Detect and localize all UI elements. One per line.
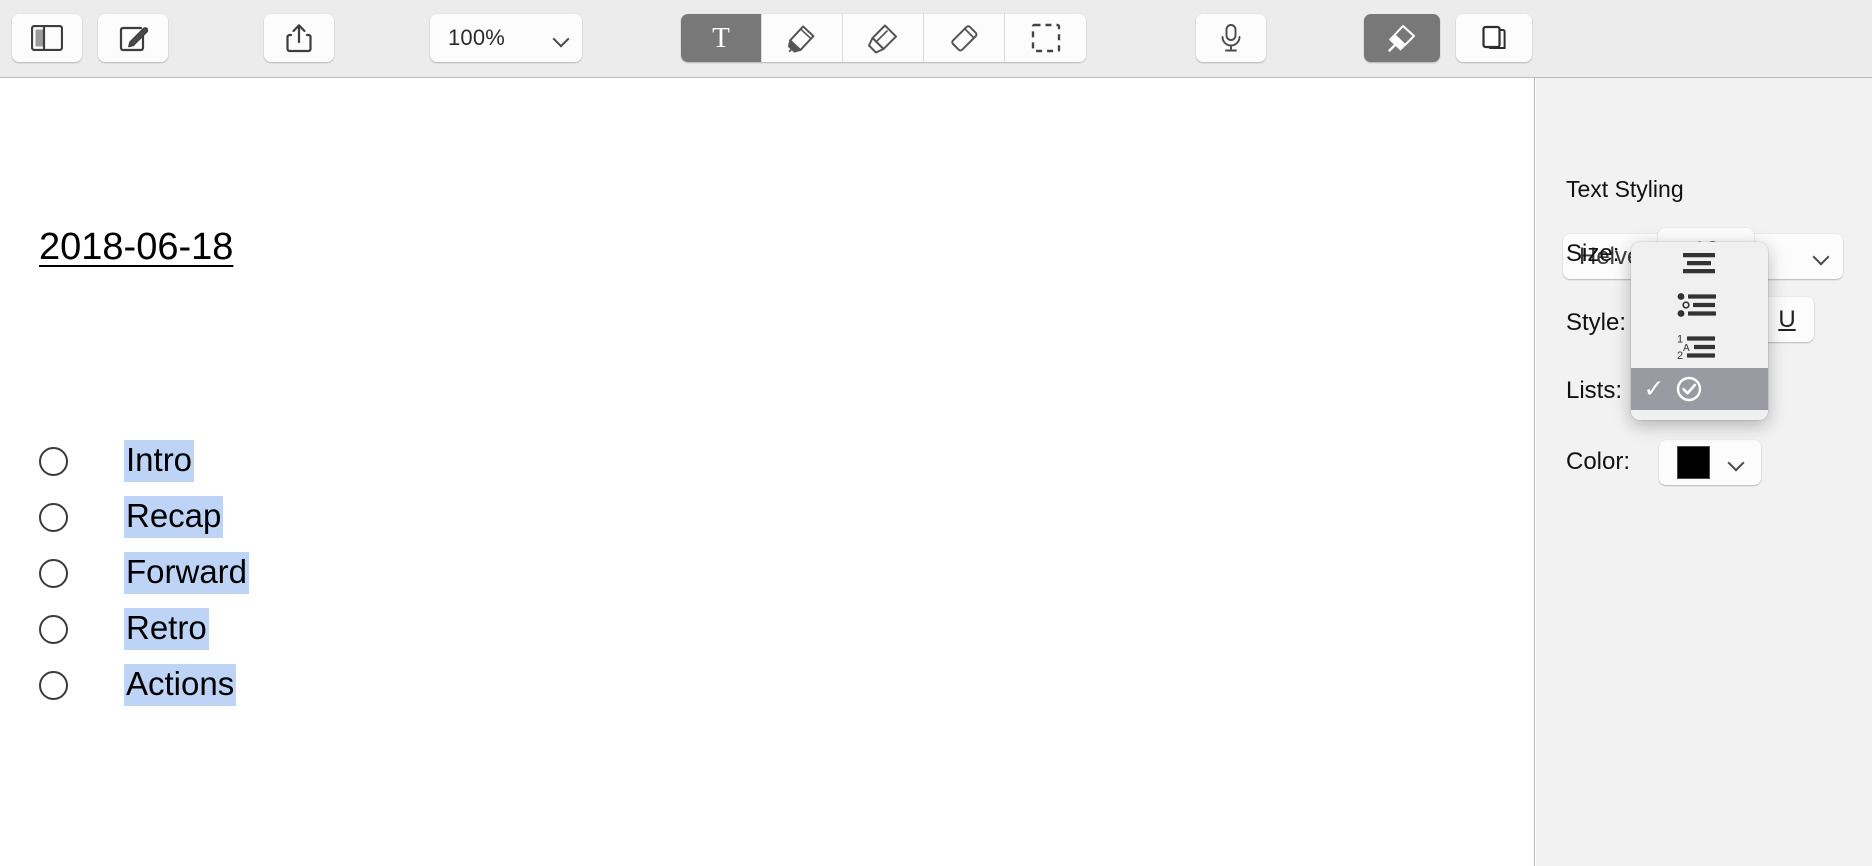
list-item-label[interactable]: Forward — [124, 552, 250, 594]
chevron-down-icon — [1729, 455, 1744, 470]
color-select[interactable] — [1659, 440, 1761, 485]
tool-selection[interactable] — [1005, 14, 1086, 62]
list-item[interactable]: Intro — [39, 433, 249, 489]
lists-row-label: Lists: — [1566, 377, 1623, 404]
text-tool-label: T — [712, 21, 730, 54]
zoom-value: 100% — [448, 25, 506, 50]
checklist-circle-icon — [1671, 374, 1768, 404]
numbered-list-icon: 1 A 2 — [1671, 332, 1768, 362]
list-item[interactable]: Retro — [39, 601, 249, 657]
color-swatch — [1676, 446, 1710, 479]
tool-eraser[interactable] — [924, 14, 1005, 62]
chevron-down-icon — [1814, 249, 1829, 264]
list-item-label[interactable]: Intro — [124, 440, 195, 482]
style-row-label: Style: — [1566, 309, 1627, 336]
checkmark-icon: ✓ — [1637, 251, 1671, 276]
chevron-down-icon — [554, 31, 569, 46]
app-window: 100% T 2018-06-18 Intro Recap Forward Re… — [0, 0, 1872, 866]
pen-icon — [785, 21, 819, 55]
list-item[interactable]: Forward — [39, 545, 250, 601]
tool-highlighter[interactable] — [843, 14, 924, 62]
lists-option-numbered[interactable]: ✓ 1 A 2 — [1631, 326, 1768, 368]
tool-pen[interactable] — [762, 14, 843, 62]
zoom-select[interactable]: 100% — [430, 14, 582, 62]
tool-group: T — [681, 14, 1086, 62]
lists-option-paragraph[interactable]: ✓ — [1631, 242, 1768, 284]
pages-icon — [1479, 23, 1509, 53]
lists-option-checklist[interactable]: ✓ — [1631, 368, 1768, 410]
page-title[interactable]: 2018-06-18 — [39, 226, 233, 269]
svg-text:2: 2 — [1677, 350, 1683, 362]
sidebar-icon — [31, 25, 63, 51]
paragraph-lines-icon — [1671, 248, 1768, 278]
checklist: Intro Recap Forward Retro Actions — [39, 433, 250, 713]
selection-icon — [1030, 22, 1062, 54]
tool-text[interactable]: T — [681, 14, 762, 62]
marker-icon — [1386, 22, 1418, 54]
checkbox-circle-icon[interactable] — [39, 670, 68, 700]
list-item[interactable]: Recap — [39, 489, 249, 545]
svg-text:A: A — [1683, 343, 1690, 354]
checkbox-circle-icon[interactable] — [39, 558, 68, 588]
compose-button[interactable] — [98, 14, 168, 62]
underline-button[interactable]: U — [1760, 297, 1814, 342]
document-canvas[interactable]: 2018-06-18 Intro Recap Forward Retro Act… — [0, 78, 1535, 866]
sidebar-toggle-button[interactable] — [12, 14, 82, 62]
pages-button[interactable] — [1456, 14, 1532, 62]
share-button[interactable] — [264, 14, 334, 62]
checkbox-circle-icon[interactable] — [39, 614, 68, 644]
share-icon — [286, 23, 312, 53]
checkmark-icon: ✓ — [1643, 374, 1665, 403]
popup-bottom-padding — [1631, 410, 1768, 420]
microphone-button[interactable] — [1196, 14, 1266, 62]
list-item-label[interactable]: Retro — [124, 608, 209, 650]
checkbox-circle-icon[interactable] — [39, 502, 68, 532]
panel-title: Text Styling — [1566, 176, 1684, 202]
compose-icon — [118, 23, 148, 53]
lists-option-bullet[interactable]: ✓ — [1631, 284, 1768, 326]
list-item-label[interactable]: Recap — [124, 496, 224, 538]
marker-button[interactable] — [1364, 14, 1440, 62]
toolbar: 100% T — [0, 0, 1872, 78]
bullet-list-icon — [1671, 290, 1768, 320]
checkmark-icon: ✓ — [1637, 293, 1671, 318]
eraser-icon — [947, 21, 981, 55]
microphone-icon — [1218, 23, 1244, 53]
highlighter-icon — [866, 21, 900, 55]
checkmark-icon: ✓ — [1637, 335, 1671, 360]
list-item-label[interactable]: Actions — [124, 664, 237, 706]
lists-dropdown-menu[interactable]: ✓ ✓ — [1631, 242, 1768, 420]
checkbox-circle-icon[interactable] — [39, 446, 68, 476]
size-row-label: Size: — [1566, 240, 1620, 267]
color-row-label: Color: — [1566, 448, 1631, 475]
list-item[interactable]: Actions — [39, 657, 249, 713]
